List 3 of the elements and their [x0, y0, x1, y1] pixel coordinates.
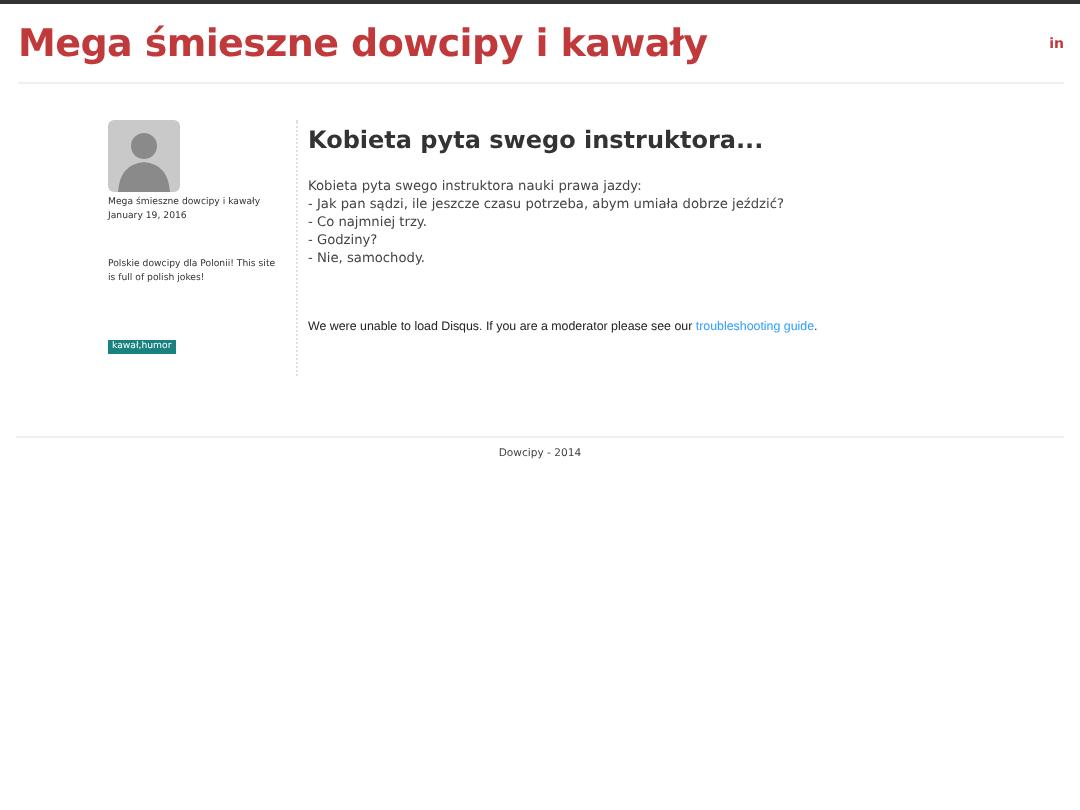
avatar-icon — [108, 120, 180, 192]
post-title: Kobieta pyta swego instruktora... — [308, 126, 766, 154]
site-title[interactable]: Mega śmieszne dowcipy i kawały — [18, 22, 708, 66]
